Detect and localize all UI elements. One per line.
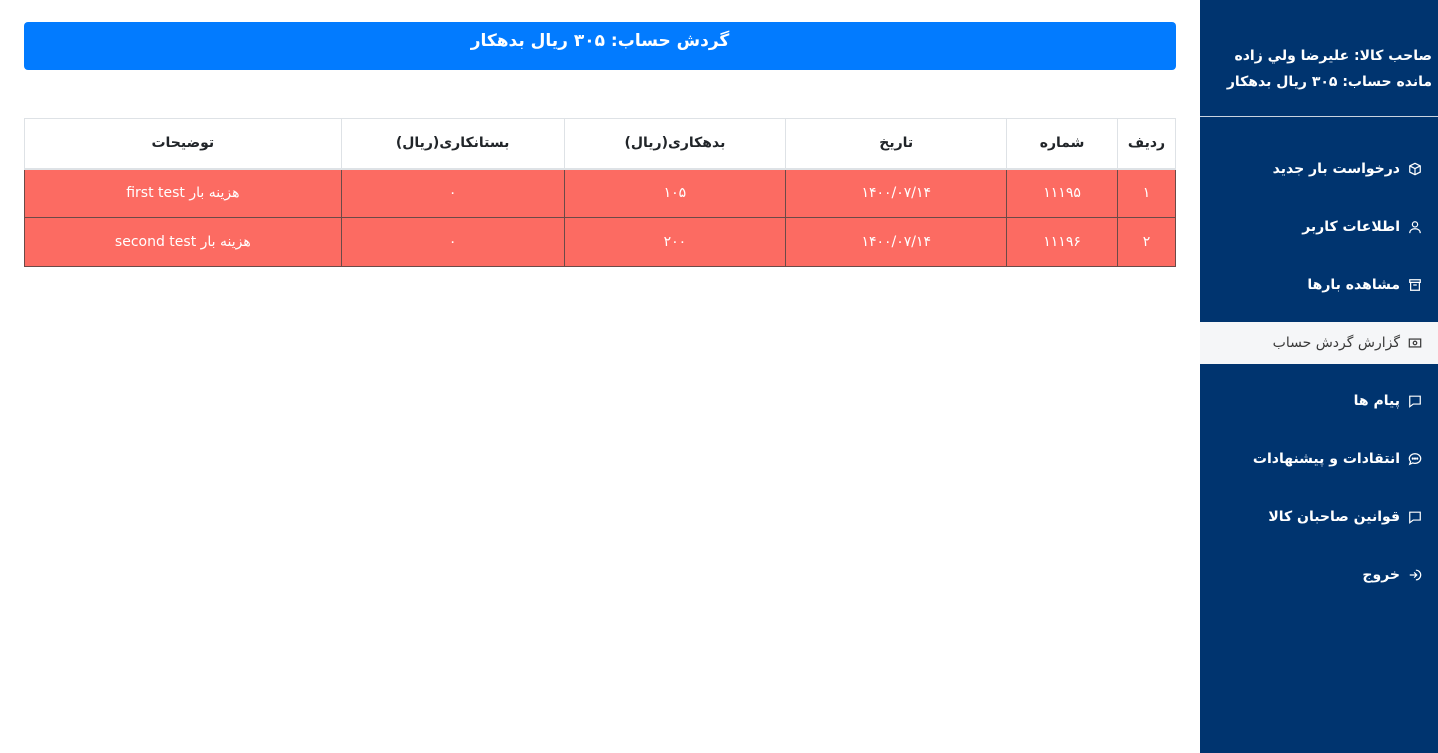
sidebar-item-label: گزارش گردش حساب <box>1272 335 1400 351</box>
cell-description: هزینه بار second test <box>24 217 342 267</box>
sidebar-item-label: مشاهده بارها <box>1307 277 1400 293</box>
account-table: ردیف شماره تاریخ بدهکاری(ریال) بستانکاری… <box>24 118 1176 267</box>
chat-dots-icon <box>1408 452 1422 466</box>
sidebar-item-view-loads[interactable]: مشاهده بارها <box>1200 264 1438 306</box>
sidebar-item-logout[interactable]: خروج <box>1200 554 1438 596</box>
cell-number: ۱۱۱۹۶ <box>1006 217 1119 267</box>
sidebar-item-new-request[interactable]: درخواست بار جدید <box>1200 148 1438 190</box>
cell-number: ۱۱۱۹۵ <box>1006 168 1119 218</box>
cell-date: ۱۴۰۰/۰۷/۱۴ <box>785 217 1008 267</box>
account-balance: مانده حساب: ۳۰۵ ریال بدهکار <box>1226 74 1432 90</box>
sidebar-item-label: درخواست بار جدید <box>1272 161 1400 177</box>
sidebar-item-messages[interactable]: پیام ها <box>1200 380 1438 422</box>
sidebar-item-account-report[interactable]: گزارش گردش حساب <box>1200 322 1438 364</box>
column-header-credit: بستانکاری(ریال) <box>340 118 565 170</box>
logout-icon <box>1408 568 1422 582</box>
sidebar-item-label: قوانین صاحبان کالا <box>1268 509 1400 525</box>
sidebar-item-label: خروج <box>1362 567 1400 583</box>
cell-date: ۱۴۰۰/۰۷/۱۴ <box>785 168 1008 218</box>
table-header-row: ردیف شماره تاریخ بدهکاری(ریال) بستانکاری… <box>24 118 1176 170</box>
owner-info: صاحب کالا: عليرضا ولي زاده مانده حساب: ۳… <box>1200 0 1438 117</box>
cell-debit: ۲۰۰ <box>563 217 787 267</box>
column-header-row-number: ردیف <box>1117 118 1176 170</box>
sidebar-item-label: پیام ها <box>1353 393 1400 409</box>
sidebar-item-user-info[interactable]: اطلاعات کاربر <box>1200 206 1438 248</box>
message-icon <box>1408 394 1422 408</box>
sidebar-item-feedback[interactable]: انتقادات و پیشنهادات <box>1200 438 1438 480</box>
cell-credit: ۰ <box>340 168 565 218</box>
column-header-debit: بدهکاری(ریال) <box>563 118 787 170</box>
cash-icon <box>1408 336 1422 350</box>
page-title: گردش حساب: ۳۰۵ ریال بدهکار <box>24 22 1176 70</box>
sidebar-item-label: اطلاعات کاربر <box>1302 219 1400 235</box>
main-content: گردش حساب: ۳۰۵ ریال بدهکار ردیف شماره تا… <box>0 0 1200 753</box>
archive-icon <box>1408 278 1422 292</box>
column-header-description: توضیحات <box>24 118 342 170</box>
sidebar-item-label: انتقادات و پیشنهادات <box>1252 451 1400 467</box>
package-icon <box>1408 162 1422 176</box>
owner-name: صاحب کالا: عليرضا ولي زاده <box>1234 48 1432 64</box>
sidebar-menu: درخواست بار جدید اطلاعات کاربر مشاهده با… <box>1200 117 1438 596</box>
table-row: ۱ ۱۱۱۹۵ ۱۴۰۰/۰۷/۱۴ ۱۰۵ ۰ هزینه بار first… <box>24 168 1176 218</box>
cell-row-number: ۱ <box>1117 168 1176 218</box>
column-header-date: تاریخ <box>785 118 1008 170</box>
app-root: صاحب کالا: عليرضا ولي زاده مانده حساب: ۳… <box>0 0 1438 753</box>
cell-row-number: ۲ <box>1117 217 1176 267</box>
table-row: ۲ ۱۱۱۹۶ ۱۴۰۰/۰۷/۱۴ ۲۰۰ ۰ هزینه بار secon… <box>24 217 1176 267</box>
cell-credit: ۰ <box>340 217 565 267</box>
sidebar: صاحب کالا: عليرضا ولي زاده مانده حساب: ۳… <box>1200 0 1438 753</box>
cell-description: هزینه بار first test <box>24 168 342 218</box>
column-header-number: شماره <box>1006 118 1119 170</box>
cell-debit: ۱۰۵ <box>563 168 787 218</box>
message-icon <box>1408 510 1422 524</box>
sidebar-item-rules[interactable]: قوانین صاحبان کالا <box>1200 496 1438 538</box>
user-icon <box>1408 220 1422 234</box>
